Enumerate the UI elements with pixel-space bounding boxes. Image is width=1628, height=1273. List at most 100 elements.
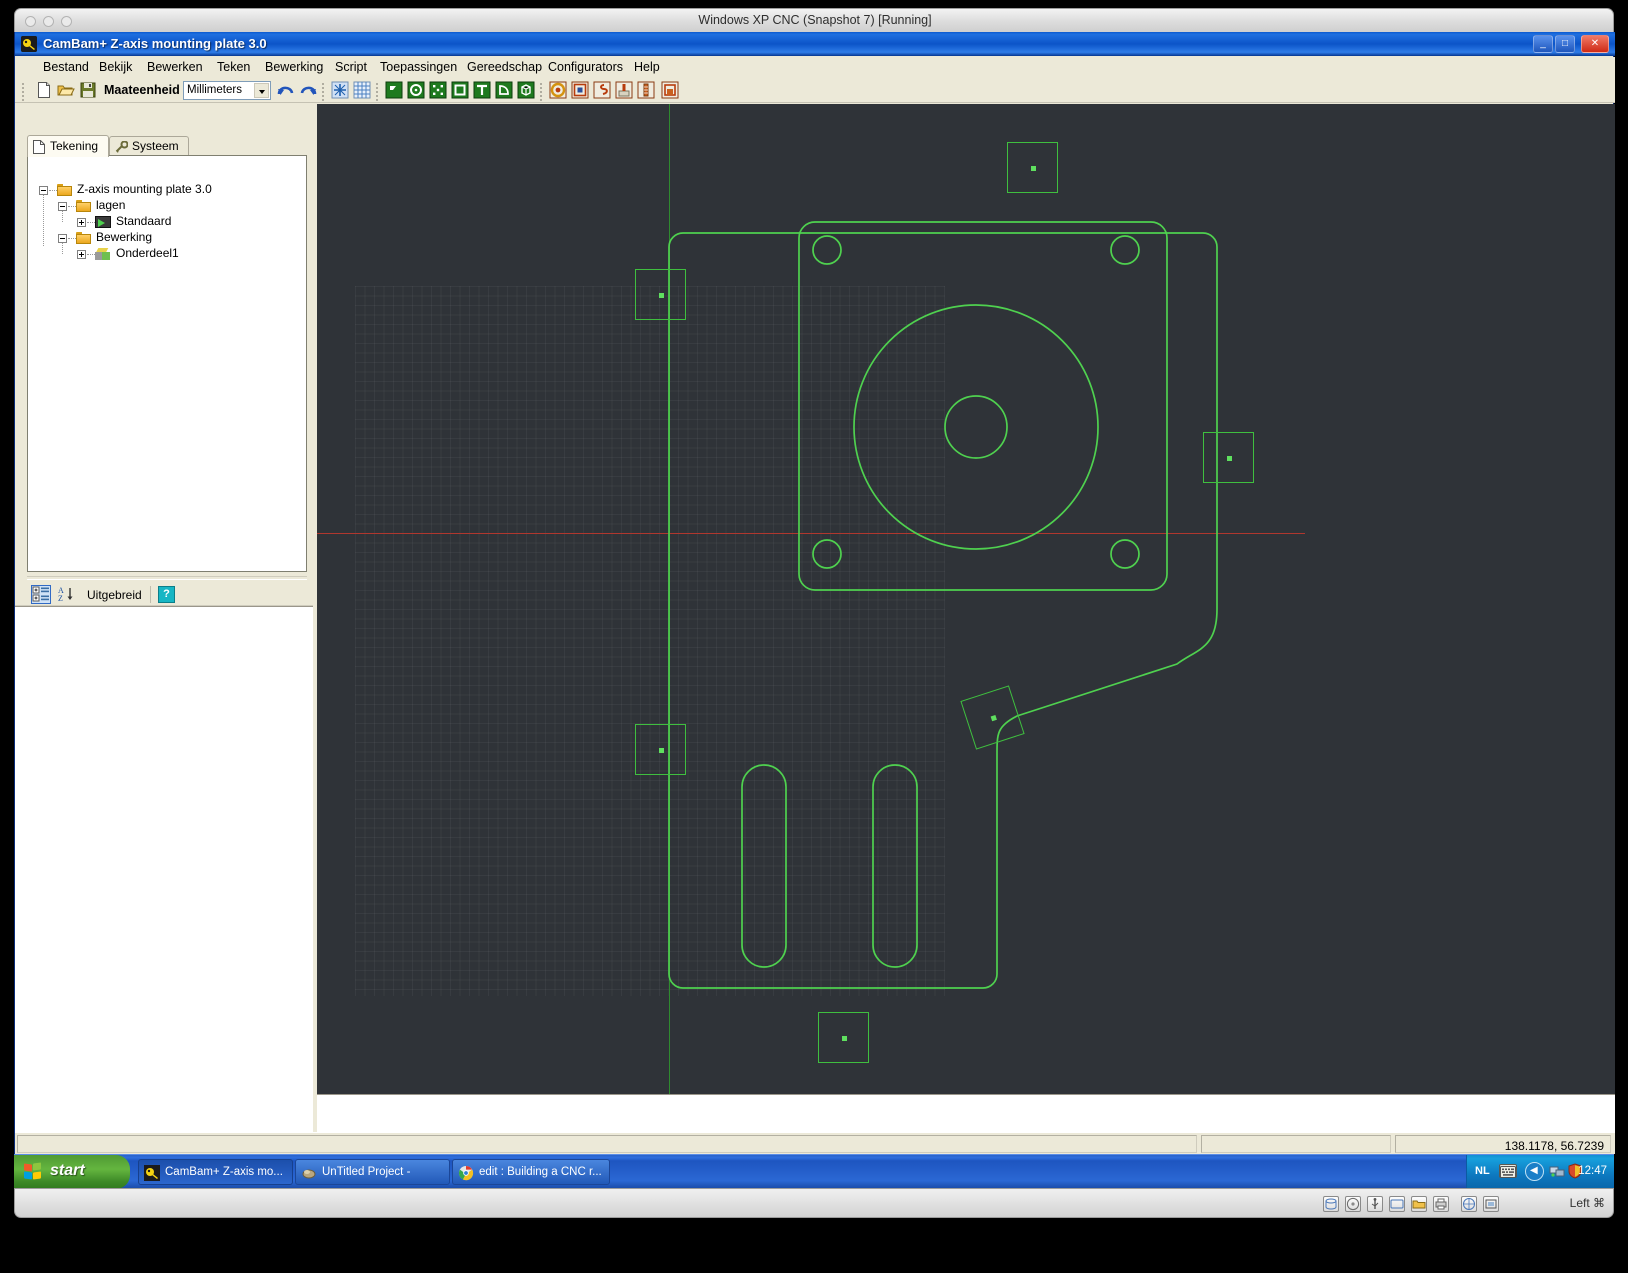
taskbar-item-untitled-project-label: UnTitled Project -	[322, 1166, 411, 1178]
vm-folder-icon[interactable]	[1411, 1196, 1427, 1212]
system-tray: NL ◀ 12:47	[1466, 1155, 1614, 1189]
profile-mop-icon[interactable]	[549, 81, 567, 99]
new-file-icon[interactable]	[35, 81, 53, 99]
chrome-icon	[458, 1165, 474, 1181]
folder-icon	[76, 232, 91, 244]
part-icon	[95, 248, 111, 261]
app-maximize-button[interactable]: □	[1555, 35, 1575, 53]
project-tree[interactable]: Z-axis mounting plate 3.0 lagen Standaar…	[27, 155, 307, 572]
keyboard-icon[interactable]	[1499, 1164, 1517, 1178]
toolbar-grip[interactable]	[21, 81, 25, 101]
page-icon	[33, 140, 45, 154]
part-geometry	[668, 221, 1218, 989]
circle-icon[interactable]	[407, 81, 425, 99]
drawing-canvas-container	[317, 104, 1615, 1154]
vm-network-icon[interactable]	[1389, 1196, 1405, 1212]
menu-teken[interactable]: Teken	[211, 59, 256, 76]
language-indicator[interactable]: NL	[1475, 1165, 1490, 1177]
menu-bewerken[interactable]: Bewerken	[141, 59, 209, 76]
handle-top[interactable]	[1007, 142, 1058, 193]
tree-connector	[87, 254, 95, 255]
handle-left-upper[interactable]	[635, 269, 686, 320]
chevron-down-icon[interactable]	[254, 83, 269, 98]
tree-connector	[49, 190, 57, 191]
layer-icon	[95, 216, 111, 228]
redo-icon[interactable]	[299, 82, 317, 98]
toolbar-grip-2[interactable]	[321, 81, 325, 101]
menu-bestand[interactable]: Bestand	[37, 59, 95, 76]
machine-icon[interactable]	[661, 81, 679, 99]
tree-expander-minus-icon[interactable]	[58, 202, 67, 211]
polyline-icon[interactable]	[385, 81, 403, 99]
tab-tekening[interactable]: Tekening	[27, 135, 109, 157]
handle-right[interactable]	[1203, 432, 1254, 483]
tree-label-standaard: Standaard	[116, 214, 172, 228]
tree-label-bewerking: Bewerking	[96, 230, 153, 244]
windows-flag-icon	[24, 1162, 43, 1181]
vm-display-icon[interactable]	[1461, 1196, 1477, 1212]
tree-expander-plus-icon[interactable]	[77, 250, 86, 259]
menu-help[interactable]: Help	[628, 59, 666, 76]
vm-cd-icon[interactable]	[1345, 1196, 1361, 1212]
engrave-mop-icon[interactable]	[593, 81, 611, 99]
snap-toggle-icon[interactable]	[331, 81, 349, 99]
taskbar-item-cambam-label: CamBam+ Z-axis mo...	[165, 1166, 283, 1178]
tree-expander-minus-icon[interactable]	[58, 234, 67, 243]
open-folder-icon[interactable]	[57, 81, 75, 99]
panel-divider[interactable]	[27, 576, 307, 580]
tree-expander-plus-icon[interactable]	[77, 218, 86, 227]
help-icon[interactable]: ?	[158, 586, 175, 603]
vm-host-key-symbol: ⌘	[1593, 1196, 1605, 1210]
vm-printer-icon[interactable]	[1433, 1196, 1449, 1212]
menu-gereedschap[interactable]: Gereedschap	[461, 59, 548, 76]
pocket-mop-icon[interactable]	[571, 81, 589, 99]
rectangle-icon[interactable]	[451, 81, 469, 99]
vm-fullscreen-icon[interactable]	[1483, 1196, 1499, 1212]
menu-script[interactable]: Script	[329, 59, 373, 76]
save-disk-icon[interactable]	[79, 81, 97, 99]
start-button[interactable]: start	[14, 1155, 130, 1189]
chevron-left-icon[interactable]	[1525, 1162, 1544, 1181]
tree-connector	[87, 222, 95, 223]
points-icon[interactable]	[429, 81, 447, 99]
app-titlebar: CamBam+ Z-axis mounting plate 3.0 _ □ ✕	[15, 32, 1615, 56]
drawing-canvas[interactable]	[317, 104, 1615, 1094]
vm-disk-icon[interactable]	[1323, 1196, 1339, 1212]
post-process-icon[interactable]	[637, 81, 655, 99]
app-window-title: CamBam+ Z-axis mounting plate 3.0	[43, 36, 267, 51]
panel-tabstrip: Tekening Systeem	[27, 135, 307, 157]
unit-select[interactable]: Millimeters	[183, 81, 271, 100]
taskbar-item-browser-label: edit : Building a CNC r...	[479, 1166, 602, 1178]
grid-toggle-icon[interactable]	[353, 81, 371, 99]
tray-clock[interactable]: 12:47	[1578, 1165, 1607, 1177]
toolbar-grip-4[interactable]	[539, 81, 543, 101]
menu-bewerking[interactable]: Bewerking	[259, 59, 329, 76]
handle-bottom[interactable]	[818, 1012, 869, 1063]
vm-usb-icon[interactable]	[1367, 1196, 1383, 1212]
taskbar-item-cambam[interactable]: CamBam+ Z-axis mo...	[138, 1159, 293, 1185]
solid-icon[interactable]	[517, 81, 535, 99]
menu-toepassingen[interactable]: Toepassingen	[374, 59, 463, 76]
menu-configurators[interactable]: Configurators	[542, 59, 629, 76]
menu-bekijk[interactable]: Bekijk	[93, 59, 138, 76]
alphabetical-sort-icon[interactable]: A Z	[57, 585, 77, 604]
toolbar-grip-3[interactable]	[375, 81, 379, 101]
taskbar-item-untitled-project[interactable]: UnTitled Project -	[295, 1159, 450, 1185]
text-icon[interactable]	[473, 81, 491, 99]
tree-expander-minus-icon[interactable]	[39, 186, 48, 195]
tree-label-onderdeel1: Onderdeel1	[116, 246, 179, 260]
taskbar-item-browser[interactable]: edit : Building a CNC r...	[452, 1159, 610, 1185]
app-close-button[interactable]: ✕	[1581, 35, 1609, 53]
drill-mop-icon[interactable]	[615, 81, 633, 99]
handle-left-lower[interactable]	[635, 724, 686, 775]
network-icon[interactable]	[1549, 1163, 1565, 1179]
properties-grid[interactable]	[15, 606, 314, 1152]
surface-icon[interactable]	[495, 81, 513, 99]
undo-icon[interactable]	[277, 82, 295, 98]
cambam-icon	[144, 1165, 160, 1181]
svg-text:Z: Z	[58, 594, 63, 603]
tab-tekening-label: Tekening	[50, 139, 99, 153]
app-minimize-button[interactable]: _	[1533, 35, 1553, 53]
categorized-view-icon[interactable]	[31, 585, 51, 604]
tab-systeem[interactable]: Systeem	[109, 136, 189, 156]
